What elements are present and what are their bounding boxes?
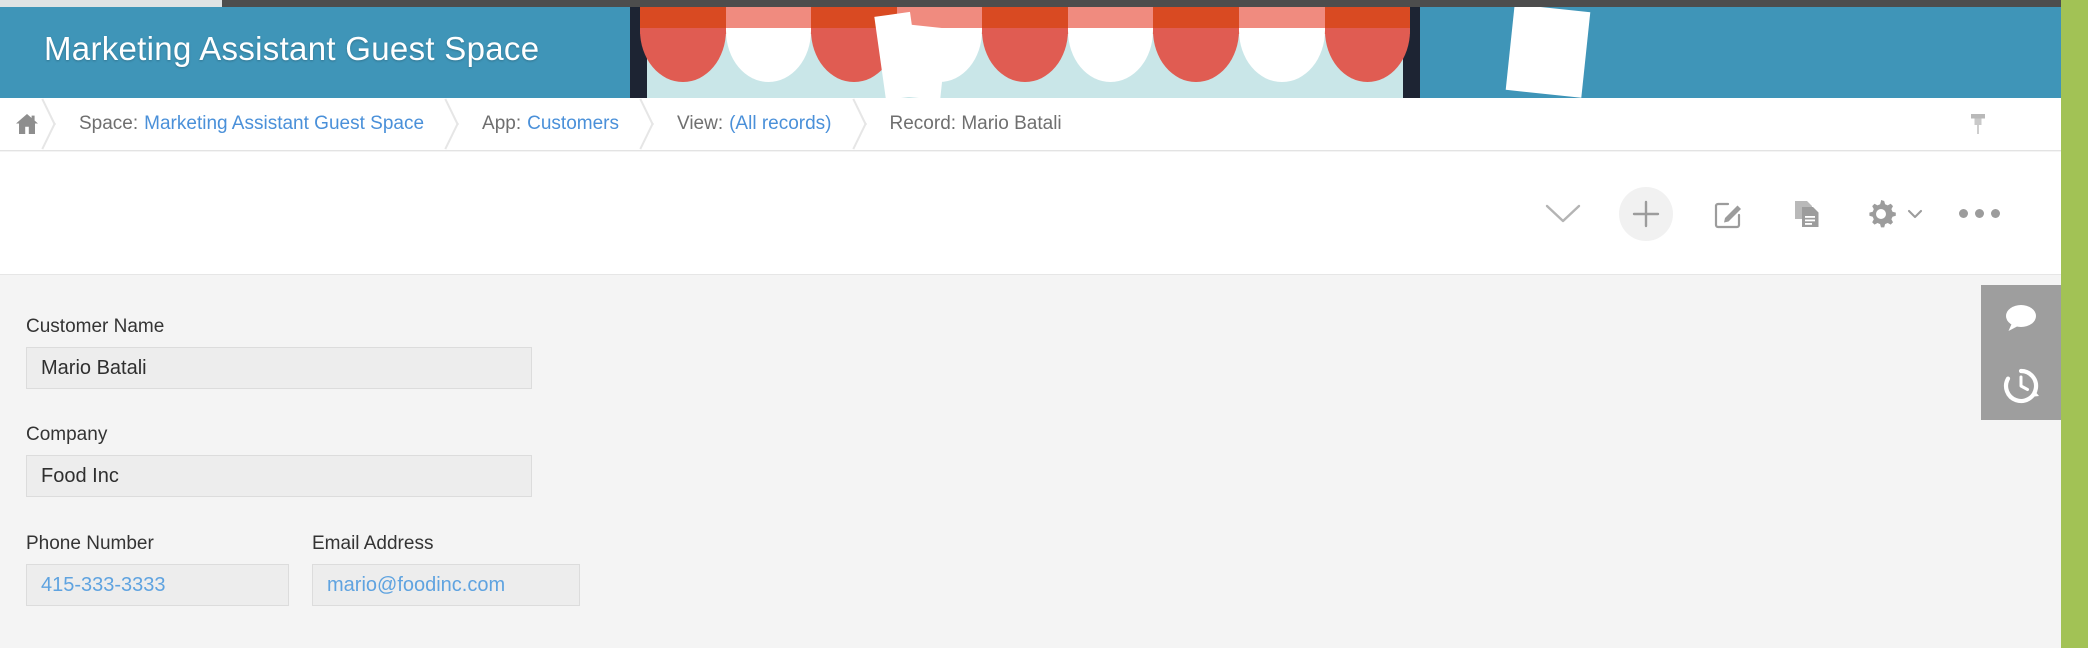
- gear-icon[interactable]: [1863, 196, 1899, 232]
- ellipsis-icon[interactable]: [1957, 192, 2001, 236]
- field-email-address: Email Address mario@foodinc.com: [312, 533, 580, 606]
- breadcrumb-space-link[interactable]: Marketing Assistant Guest Space: [144, 113, 424, 135]
- window-chrome-strip: [0, 0, 2088, 7]
- company-input[interactable]: Food Inc: [26, 455, 532, 497]
- breadcrumb-space-prefix: Space:: [79, 113, 139, 134]
- breadcrumb-separator: [854, 98, 890, 151]
- field-label: Phone Number: [26, 533, 154, 554]
- breadcrumb-view-link[interactable]: (All records): [729, 113, 831, 135]
- scallop: [1067, 0, 1154, 82]
- scallop: [1324, 0, 1411, 82]
- breadcrumb-item-record: Record: Mario Batali: [890, 113, 1062, 135]
- pushpin-icon[interactable]: [1963, 109, 1993, 139]
- page-title: Marketing Assistant Guest Space: [44, 30, 540, 67]
- chrome-strip-left: [0, 0, 222, 7]
- chevron-down-icon[interactable]: [1907, 208, 1923, 220]
- duplicate-icon[interactable]: [1785, 192, 1829, 236]
- field-label: Customer Name: [26, 316, 165, 337]
- settings-menu-button[interactable]: [1863, 192, 1923, 236]
- app-window: Marketing Assistant Guest Space Space: M…: [0, 0, 2088, 648]
- breadcrumb-separator: [43, 98, 79, 151]
- field-customer-name: Customer Name Mario Batali: [26, 316, 532, 389]
- space-banner: Marketing Assistant Guest Space: [0, 0, 2061, 98]
- chrome-strip-right: [2061, 0, 2088, 7]
- record-form: Customer Name Mario Batali Company Food …: [0, 276, 2061, 648]
- scallop: [640, 0, 726, 82]
- toolbar-actions: [1541, 152, 2001, 275]
- field-label: Company: [26, 424, 108, 445]
- breadcrumb-record-label: Record: Mario Batali: [889, 113, 1062, 134]
- field-label: Email Address: [312, 533, 434, 554]
- home-icon[interactable]: [11, 108, 43, 140]
- shop-sign: [1505, 4, 1591, 98]
- comment-icon[interactable]: [1998, 296, 2044, 342]
- plus-icon[interactable]: [1619, 186, 1673, 241]
- storefront-illustration: [630, 0, 1430, 98]
- right-accent-rail: [2061, 0, 2088, 648]
- history-icon[interactable]: [1998, 363, 2044, 409]
- breadcrumb-item-view[interactable]: View: (All records): [677, 113, 832, 135]
- phone-number-input[interactable]: 415-333-3333: [26, 564, 289, 606]
- breadcrumb-app-prefix: App:: [482, 113, 522, 134]
- scallop: [725, 0, 812, 82]
- email-address-input[interactable]: mario@foodinc.com: [312, 564, 580, 606]
- scallop: [1238, 0, 1325, 82]
- breadcrumb-item-space[interactable]: Space: Marketing Assistant Guest Space: [79, 113, 424, 135]
- edit-icon[interactable]: [1707, 192, 1751, 236]
- breadcrumb-separator: [446, 98, 482, 151]
- side-dock: [1981, 285, 2061, 420]
- awning-scallops: [640, 0, 1411, 82]
- scallop: [982, 0, 1068, 82]
- ellipsis-dots: [1958, 209, 2000, 218]
- breadcrumb-separator: [641, 98, 677, 151]
- record-action-toolbar: [0, 152, 2061, 275]
- scallop: [1153, 0, 1239, 82]
- breadcrumb: Space: Marketing Assistant Guest Space A…: [0, 98, 2061, 151]
- customer-name-input[interactable]: Mario Batali: [26, 347, 532, 389]
- shop-door-panel: [894, 23, 948, 98]
- chevron-down-icon[interactable]: [1541, 192, 1585, 236]
- breadcrumb-item-app[interactable]: App: Customers: [482, 113, 619, 135]
- field-phone-number: Phone Number 415-333-3333: [26, 533, 289, 606]
- breadcrumb-view-prefix: View:: [676, 113, 724, 134]
- field-company: Company Food Inc: [26, 424, 532, 497]
- breadcrumb-app-link[interactable]: Customers: [527, 113, 619, 135]
